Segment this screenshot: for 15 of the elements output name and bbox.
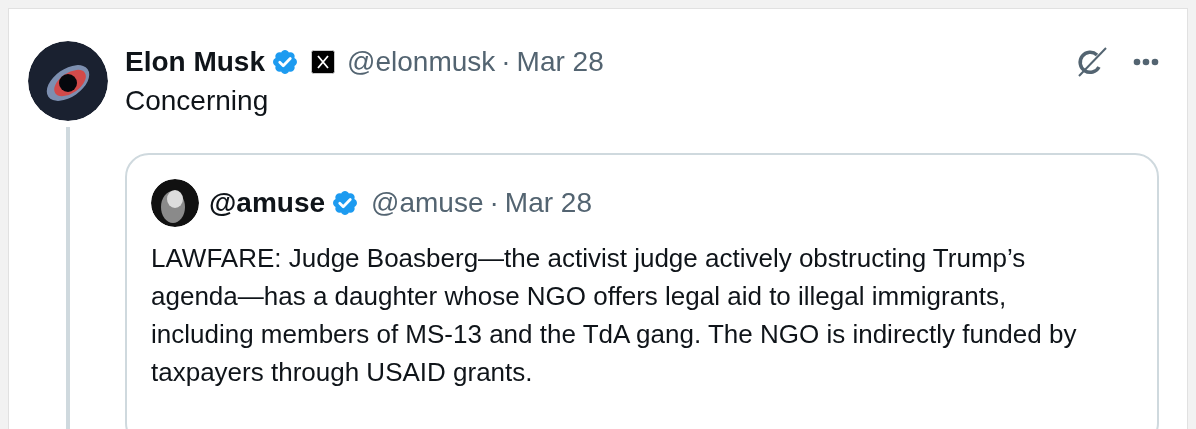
quoted-post-card[interactable] bbox=[125, 153, 1159, 429]
post-date[interactable]: Mar 28 bbox=[516, 41, 604, 83]
affiliate-badge-icon bbox=[311, 50, 335, 74]
avatar bbox=[151, 179, 199, 227]
author-name[interactable]: Elon Musk bbox=[125, 41, 265, 83]
more-options-icon[interactable] bbox=[1133, 58, 1159, 66]
separator-dot: · bbox=[489, 186, 499, 220]
quoted-post-date: Mar 28 bbox=[504, 186, 592, 220]
quoted-author-name: @amuse bbox=[209, 186, 326, 220]
author-handle[interactable]: @elonmusk bbox=[347, 41, 496, 83]
post-text: Concerning bbox=[125, 84, 270, 118]
quoted-author-handle: @amuse bbox=[371, 186, 484, 220]
separator-dot: · bbox=[501, 45, 511, 79]
avatar[interactable] bbox=[28, 41, 108, 121]
quoted-post-text: LAWFARE: Judge Boasberg—the activist judge actively obstructing Trump’s agenda—has a daughter whose NGO offers legal aid to illegal immigrants, including members of MS-13 and the TdA gang. The NGO is indirectly funded by taxpayers through USAID grants. bbox=[151, 242, 1078, 389]
